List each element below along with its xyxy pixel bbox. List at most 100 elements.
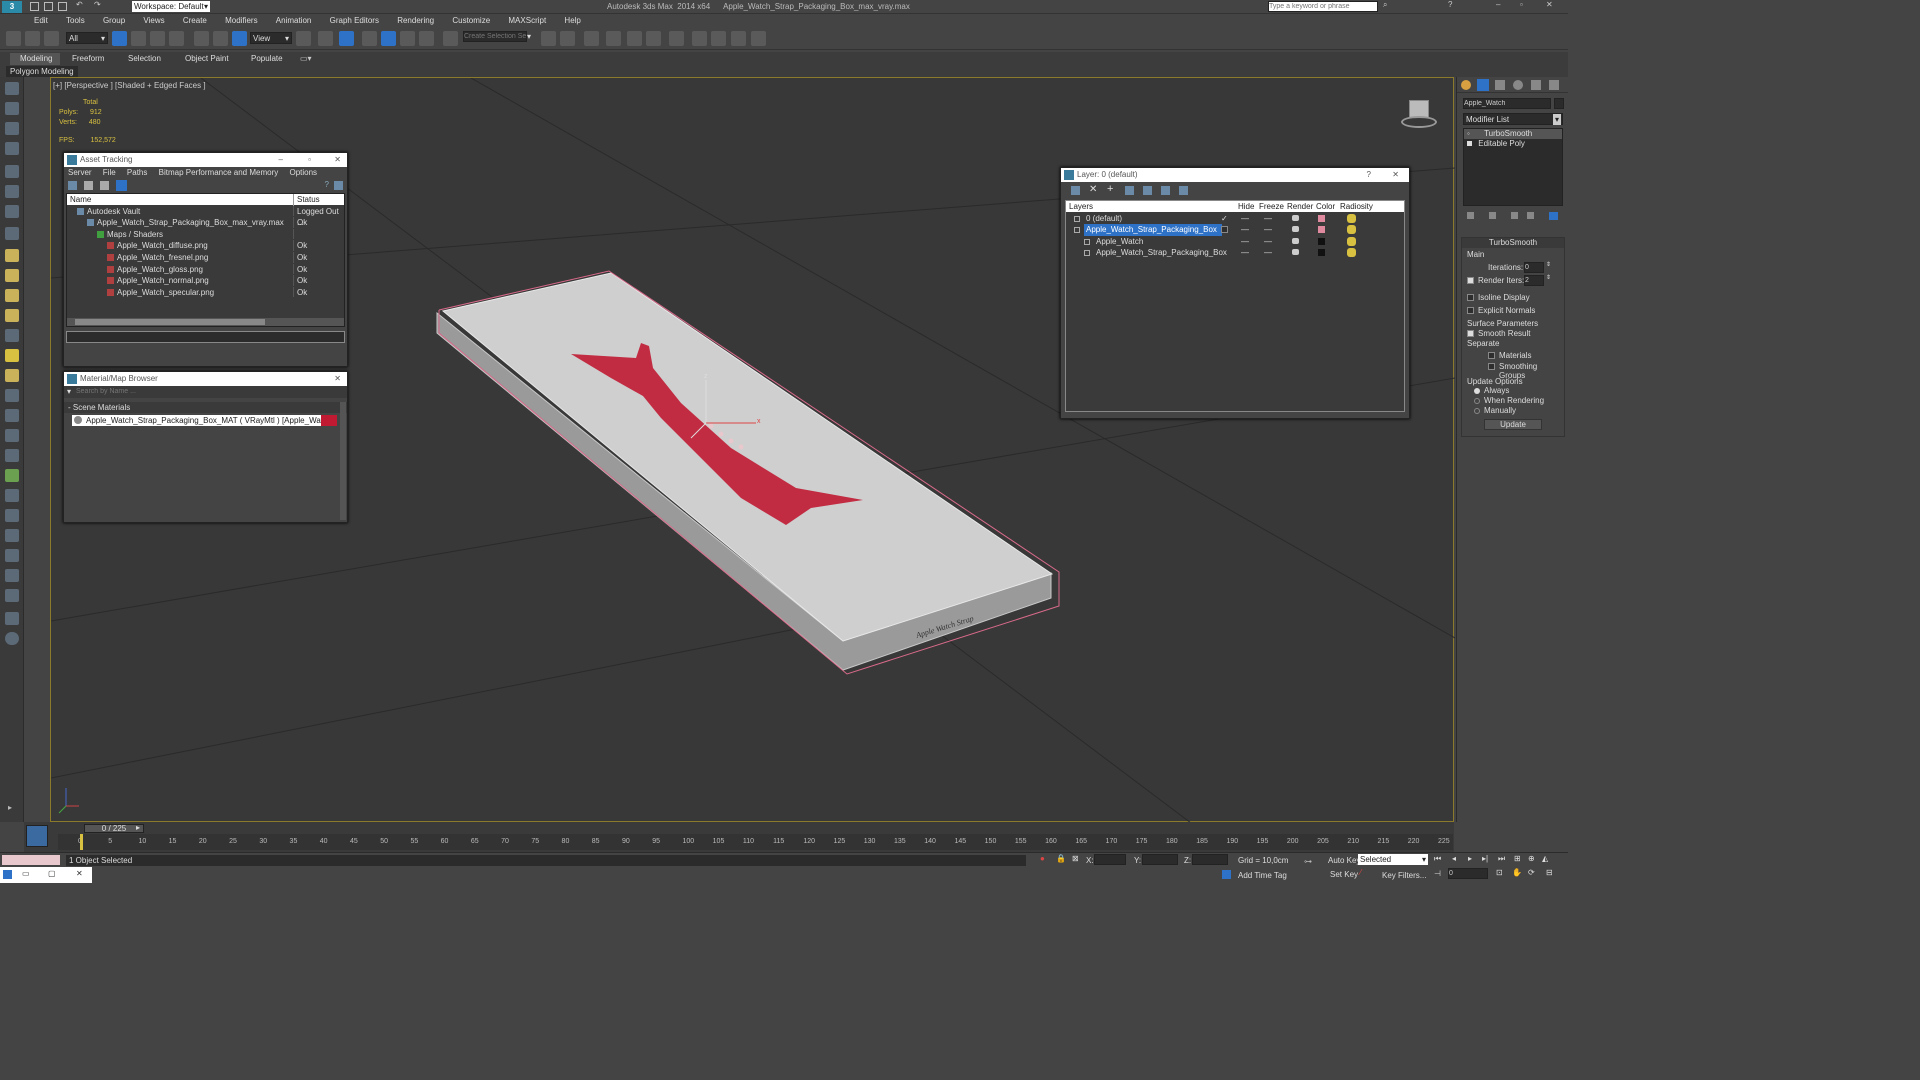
field-of-view-icon[interactable]: ◭	[1542, 854, 1548, 863]
freeze-toggle[interactable]: —	[1264, 213, 1272, 225]
column-status[interactable]: Status	[293, 194, 320, 206]
freeze-toggle[interactable]: —	[1264, 247, 1272, 259]
add-time-tag[interactable]: Add Time Tag	[1238, 871, 1287, 880]
isoline-checkbox[interactable]	[1467, 294, 1474, 301]
active-layer-check-icon[interactable]: ✓	[1221, 213, 1228, 225]
asset-tracking-titlebar[interactable]: Asset Tracking – ▫ ✕	[64, 153, 347, 167]
edit-named-selection-icon[interactable]	[443, 31, 458, 46]
layer-row[interactable]: Apple_Watch_Strap_Packaging_Box — —	[1066, 247, 1366, 259]
reference-coord-dropdown[interactable]: View ▾	[250, 32, 292, 44]
update-button[interactable]: Update	[1484, 419, 1542, 430]
globe-tool-icon[interactable]	[5, 589, 19, 602]
render-teapot-icon[interactable]	[1292, 214, 1299, 221]
link-icon[interactable]	[6, 31, 21, 46]
skin-tool-icon[interactable]	[5, 509, 19, 522]
maximize-viewport-icon[interactable]: ⊟	[1546, 868, 1553, 877]
selection-filter-dropdown[interactable]: All ▾	[66, 32, 108, 44]
material-browser-titlebar[interactable]: Material/Map Browser ✕	[64, 372, 347, 386]
orbit-icon[interactable]: ⟳	[1528, 868, 1535, 877]
motion-tool-icon[interactable]	[5, 142, 19, 155]
tab-object-paint[interactable]: Object Paint	[185, 54, 229, 63]
explicit-normals-row[interactable]: Explicit Normals	[1462, 304, 1564, 317]
column-name[interactable]: Name	[67, 195, 91, 204]
utilities-tool-icon[interactable]	[5, 185, 19, 198]
x-coordinate-input[interactable]	[1094, 854, 1126, 865]
rotate-icon[interactable]	[213, 31, 228, 46]
make-unique-icon[interactable]	[1511, 212, 1518, 219]
task-view-icon[interactable]: ▭	[22, 869, 30, 878]
smooth-result-row[interactable]: Smooth Result	[1462, 328, 1564, 339]
when-rendering-radio[interactable]	[1474, 398, 1480, 404]
set-key-icon[interactable]: ⁄	[1360, 868, 1361, 877]
select-by-name-icon[interactable]	[131, 31, 146, 46]
menu-customize[interactable]: Customize	[452, 14, 490, 28]
undo-icon[interactable]: ↶	[76, 0, 83, 9]
new-layer-icon[interactable]	[1071, 186, 1080, 195]
select-object-icon[interactable]	[112, 31, 127, 46]
key-icon[interactable]: ⊶	[1304, 857, 1312, 866]
unlink-icon[interactable]	[25, 31, 40, 46]
table-row[interactable]: Apple_Watch_Strap_Packaging_Box_max_vray…	[67, 217, 344, 229]
named-selection-input[interactable]	[463, 31, 527, 42]
list-view-icon[interactable]	[84, 181, 93, 190]
render-teapot-icon[interactable]	[1292, 237, 1299, 244]
modify-tool-icon[interactable]	[5, 102, 19, 115]
active-layer-checkbox[interactable]	[1221, 226, 1228, 234]
menu-maxscript[interactable]: MAXScript	[508, 14, 546, 28]
hierarchy-tool-icon[interactable]	[5, 122, 19, 135]
modifier-stack-item[interactable]: Editable Poly	[1464, 139, 1562, 149]
keyboard-shortcut-icon[interactable]	[339, 31, 354, 46]
maximize-icon[interactable]: ▫	[1520, 0, 1523, 9]
configure-sets-icon[interactable]	[1549, 212, 1558, 220]
freeze-all-icon[interactable]	[1179, 186, 1188, 195]
help-search-input[interactable]	[1268, 1, 1378, 12]
menu-views[interactable]: Views	[143, 14, 164, 28]
search-icon[interactable]: ⌕	[1383, 0, 1387, 10]
workspace-dropdown[interactable]: Workspace: Default ▾	[132, 1, 210, 12]
hide-all-icon[interactable]	[1161, 186, 1170, 195]
manually-radio[interactable]	[1474, 408, 1480, 414]
close-icon[interactable]: ✕	[1546, 0, 1553, 9]
schematic-view-icon[interactable]	[646, 31, 661, 46]
mirror-icon[interactable]	[541, 31, 556, 46]
menu-tools[interactable]: Tools	[66, 14, 85, 28]
material-item[interactable]: Apple_Watch_Strap_Packaging_Box_MAT ( VR…	[72, 415, 337, 426]
viewcube-icon[interactable]	[1401, 100, 1437, 132]
render-production-icon[interactable]	[731, 31, 746, 46]
pan-icon[interactable]: ✋	[1512, 868, 1522, 877]
pivot-center-icon[interactable]	[296, 31, 311, 46]
menu-graph-editors[interactable]: Graph Editors	[330, 14, 379, 28]
always-row[interactable]: Always	[1462, 386, 1564, 396]
menu-create[interactable]: Create	[183, 14, 207, 28]
teapot-tool-icon[interactable]	[5, 309, 19, 322]
remove-modifier-icon[interactable]	[1527, 212, 1534, 219]
close-icon[interactable]: ✕	[334, 372, 341, 386]
render-teapot-icon[interactable]	[1292, 249, 1299, 256]
smooth-result-checkbox[interactable]	[1467, 330, 1474, 337]
y-coordinate-input[interactable]	[1142, 854, 1178, 865]
add-to-layer-icon[interactable]: +	[1107, 183, 1113, 195]
object-color-swatch[interactable]	[1554, 98, 1564, 109]
material-section-header[interactable]: - Scene Materials	[64, 402, 347, 413]
go-to-end-icon[interactable]: ⏭	[1498, 854, 1505, 864]
select-manipulate-icon[interactable]	[318, 31, 333, 46]
key-mode-dropdown[interactable]: Selected ▾	[1358, 854, 1428, 865]
zoom-extents-icon[interactable]: ⊞	[1514, 854, 1521, 863]
layer-color-swatch[interactable]	[1318, 249, 1325, 257]
previous-frame-icon[interactable]: ◂	[1452, 854, 1456, 863]
display-tab-icon[interactable]	[1531, 80, 1541, 90]
close-icon[interactable]: ✕	[76, 869, 83, 878]
app-logo-icon[interactable]: 3	[2, 1, 22, 13]
settings-icon[interactable]	[334, 181, 343, 190]
key-mode-toggle-icon[interactable]: ⊣	[1434, 869, 1441, 878]
zoom-icon[interactable]: ⊕	[1528, 854, 1535, 863]
hierarchy-tab-icon[interactable]	[1495, 80, 1505, 90]
object-name-input[interactable]	[1463, 98, 1551, 109]
explicit-normals-checkbox[interactable]	[1467, 307, 1474, 314]
create-tool-icon[interactable]	[5, 82, 19, 95]
snaps-toggle-icon[interactable]	[362, 31, 377, 46]
play-icon[interactable]: ▸	[1468, 854, 1472, 863]
set-key-button[interactable]: Set Key	[1330, 870, 1358, 879]
column-render[interactable]: Render	[1287, 201, 1313, 213]
selection-lock-icon[interactable]: 🔒	[1056, 854, 1066, 863]
